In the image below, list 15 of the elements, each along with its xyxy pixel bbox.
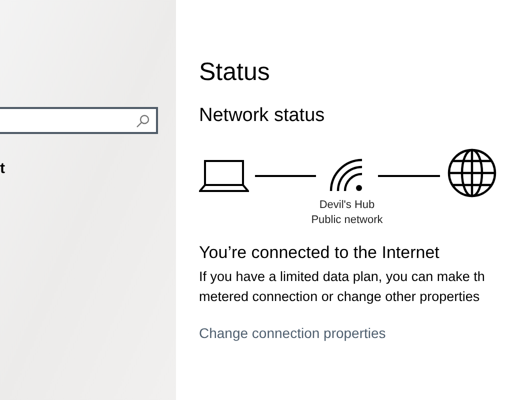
nav-item[interactable]: t: [0, 158, 5, 180]
connection-heading: You’re connected to the Internet: [199, 242, 440, 264]
description-text: If you have a limited data plan, you can make th metered connection or change other properties: [199, 268, 486, 306]
search-field[interactable]: [0, 107, 158, 134]
change-connection-link[interactable]: Change connection properties: [199, 323, 386, 343]
section-heading: Network status: [199, 104, 326, 128]
search-icon: [136, 114, 150, 128]
connector-line: [378, 175, 440, 177]
connector-line: [255, 175, 316, 177]
network-type: Public network: [311, 213, 383, 228]
wifi-icon: [329, 158, 365, 192]
laptop-icon: [199, 160, 249, 192]
network-name: Devil's Hub: [319, 198, 375, 213]
globe-icon: [447, 148, 497, 198]
page-title: Status: [199, 57, 271, 87]
